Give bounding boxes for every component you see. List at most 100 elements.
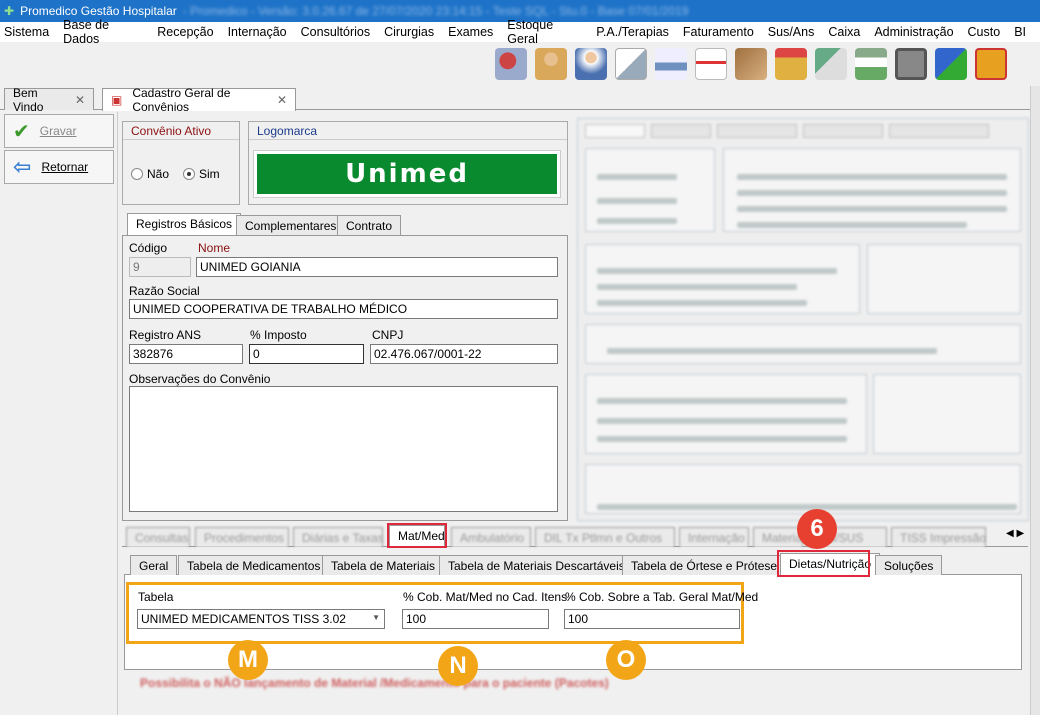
tab-outros[interactable]: DIL Tx Ptlmn e Outros [535,527,675,547]
cob-geral-label: % Cob. Sobre a Tab. Geral Mat/Med [565,590,759,604]
menu-caixa[interactable]: Caixa [828,25,860,39]
tab-consultas[interactable]: Consultas [126,527,190,547]
logomarca-group: Logomarca Unimed [248,121,568,205]
nome-field[interactable]: UNIMED GOIANIA [196,257,558,277]
agenda-icon[interactable] [495,48,527,80]
logomarca-title: Logomarca [249,122,567,140]
tab-procedimentos[interactable]: Procedimentos [195,527,289,547]
right-scrollbar[interactable] [1030,86,1040,715]
form-icon: ▣ [111,93,123,107]
tab-complementares[interactable]: Complementares [236,215,346,235]
menu-consultorios[interactable]: Consultórios [301,25,370,39]
menu-base-de-dados[interactable]: Base de Dados [63,18,143,46]
radio-nao-label: Não [147,167,170,181]
convenio-ativo-group: Convênio Ativo Não Sim [122,121,240,205]
obs-textarea[interactable] [129,386,558,512]
bed-icon[interactable] [655,48,687,80]
menu-sus-ans[interactable]: Sus/Ans [768,25,815,39]
chevron-down-icon[interactable]: ▼ [372,613,380,622]
blurred-tab [803,124,883,138]
menu-exames[interactable]: Exames [448,25,493,39]
menu-bi[interactable]: BI [1014,25,1026,39]
doctor-icon[interactable] [575,48,607,80]
patients-icon[interactable] [535,48,567,80]
cnpj-field[interactable]: 02.476.067/0001-22 [370,344,558,364]
blurred-group [873,374,1021,454]
blurred-checkbox[interactable]: Possibilita o NÃO lançamento de Material… [140,676,609,690]
document-tabs: Bem Vindo ✕ ▣ Cadastro Geral de Convênio… [0,86,1040,114]
radio-sim[interactable]: Sim [183,167,220,181]
logo-text: Unimed [345,159,469,189]
safe-icon[interactable] [895,48,927,80]
menu-faturamento[interactable]: Faturamento [683,25,754,39]
ambulance-icon[interactable] [695,48,727,80]
tab-diarias-taxas[interactable]: Diárias e Taxas [293,527,384,547]
ans-label: Registro ANS [129,328,202,342]
subtab-solucoes[interactable]: Soluções [875,555,943,575]
close-icon[interactable]: ✕ [277,93,287,107]
menu-pa-terapias[interactable]: P.A./Terapias [596,25,669,39]
documents-icon[interactable] [615,48,647,80]
blurred-text [737,190,1007,196]
convenio-ativo-title: Convênio Ativo [123,122,239,140]
tab-bem-vindo[interactable]: Bem Vindo ✕ [4,86,94,114]
cnpj-label: CNPJ [372,328,404,342]
codigo-label: Código [129,241,168,255]
blurred-text [597,284,797,290]
finance-icon[interactable] [775,48,807,80]
tab-cadastro-convenios[interactable]: ▣ Cadastro Geral de Convênios ✕ [102,86,296,114]
blurred-text [597,174,677,180]
imposto-field[interactable]: 0 [249,344,364,364]
badge-n: N [438,646,478,686]
subtab-descartaveis[interactable]: Tabela de Materiais Descartáveis [439,555,634,575]
card-payment-icon[interactable] [935,48,967,80]
blurred-text [597,268,837,274]
cob-geral-field[interactable]: 100 [564,609,740,629]
tab-scroll-arrows[interactable]: ◀ ▶ [1006,528,1024,539]
back-button[interactable]: ⇦ Retornar [4,150,114,184]
menu-administracao[interactable]: Administração [874,25,953,39]
phone-icon[interactable] [975,48,1007,80]
razao-field[interactable]: UNIMED COOPERATIVA DE TRABALHO MÉDICO [129,299,558,319]
tab-registros-basicos[interactable]: Registros Básicos [127,213,242,235]
menu-cirurgias[interactable]: Cirurgias [384,25,434,39]
cob-field[interactable]: 100 [402,609,549,629]
tabela-select[interactable]: UNIMED MEDICAMENTOS TISS 3.02 ▼ [137,609,385,629]
menu-sistema[interactable]: Sistema [4,25,49,39]
tab-ambulatorio[interactable]: Ambulatório [451,527,531,547]
menu-custo[interactable]: Custo [968,25,1001,39]
tab-internacao-2[interactable]: Internação [679,527,749,547]
blurred-tab [651,124,711,138]
menu-bar: Sistema Base de Dados Recepção Internaçã… [0,18,1040,46]
badge-6: 6 [797,509,837,549]
tab-materiais-2[interactable]: Materiais [753,527,811,547]
blurred-group [585,374,867,454]
close-icon[interactable]: ✕ [75,93,85,107]
radio-sim-circle[interactable] [183,168,195,180]
logo-image-frame[interactable]: Unimed [253,150,561,198]
stock-icon[interactable] [735,48,767,80]
radio-nao-circle[interactable] [131,168,143,180]
menu-estoque-geral[interactable]: Estoque Geral [507,18,582,46]
menu-recepcao[interactable]: Recepção [157,25,213,39]
money-icon[interactable] [815,48,847,80]
blurred-group [585,324,1021,364]
subtab-medicamentos[interactable]: Tabela de Medicamentos [178,555,330,575]
badge-o: O [606,640,646,680]
app-icon: ✚ [4,4,15,18]
radio-nao[interactable]: Não [131,167,169,181]
blurred-text [737,222,967,228]
subtab-materiais[interactable]: Tabela de Materiais [322,555,445,575]
cash-icon[interactable] [855,48,887,80]
menu-internacao[interactable]: Internação [228,25,287,39]
tab-contrato[interactable]: Contrato [337,215,402,235]
subtab-ortese-protese[interactable]: Tabela de Órtese e Prótese [622,555,787,575]
subtab-geral[interactable]: Geral [130,555,178,575]
radio-sim-label: Sim [199,167,220,181]
blurred-text [597,436,847,442]
blurred-text [607,348,937,354]
save-button[interactable]: ✔ Gravar [4,114,114,148]
tab-tiss-impressao[interactable]: TISS Impressão [891,527,986,547]
arrow-left-icon: ⇦ [13,154,32,179]
ans-field[interactable]: 382876 [129,344,243,364]
